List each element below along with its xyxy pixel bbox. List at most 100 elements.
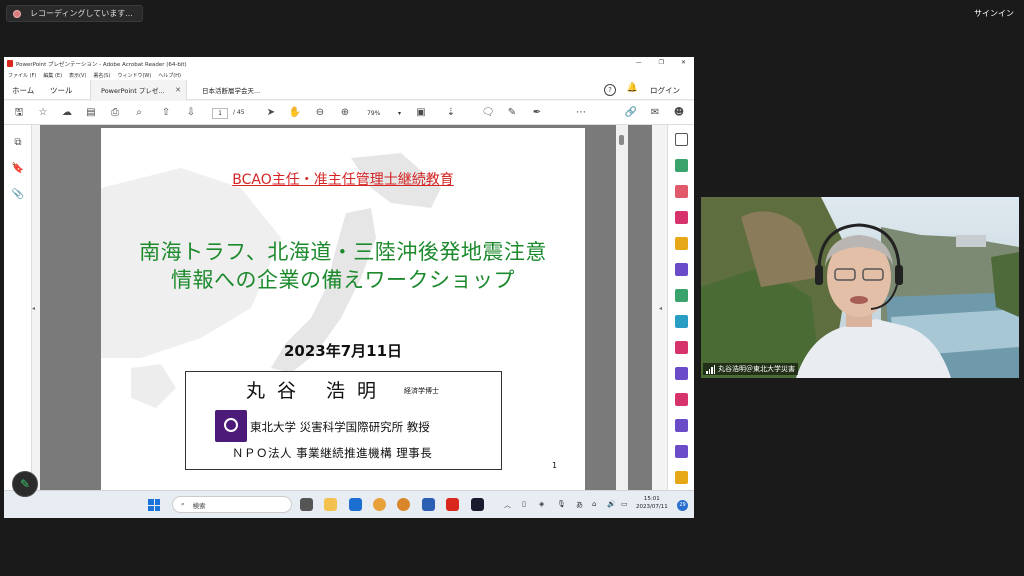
close-tab-icon[interactable]: ✕ bbox=[175, 86, 181, 94]
terminal-icon[interactable] bbox=[471, 498, 484, 511]
menu-sign[interactable]: 署名(S) bbox=[93, 72, 110, 79]
toolbar: 🖫 ☆ ☁ ▤ ⎙ ⌕ ⇧ ⇩ 1 / 45 ➤ ✋ ⊖ ⊕ 79% ▾ ▣ ⇣… bbox=[4, 101, 694, 125]
taskbar-search[interactable]: ⌕ 検索 bbox=[172, 496, 292, 513]
menu-edit[interactable]: 編集 (E) bbox=[43, 72, 62, 79]
create-pdf-icon[interactable] bbox=[675, 185, 688, 198]
redact-icon[interactable] bbox=[675, 393, 688, 406]
scroll-mode-icon[interactable]: ⇣ bbox=[444, 106, 458, 120]
tab-document-2[interactable]: 日本活断層学会天... bbox=[194, 80, 284, 100]
windows-start-icon[interactable] bbox=[148, 499, 160, 511]
combine-files-icon[interactable] bbox=[675, 263, 688, 276]
close-window-icon[interactable]: ✕ bbox=[681, 59, 686, 66]
network-icon[interactable]: ⌂ bbox=[592, 500, 596, 508]
mic-icon[interactable]: 🎙 bbox=[557, 500, 566, 508]
menu-file[interactable]: ファイル (F) bbox=[8, 72, 36, 79]
scan-ocr-icon[interactable] bbox=[675, 315, 688, 328]
presenter-degree: 経済学博士 bbox=[404, 387, 439, 395]
zoom-dropdown[interactable]: 79% ▾ bbox=[364, 108, 404, 119]
page-number-input[interactable]: 1 bbox=[212, 108, 228, 119]
highlight-pen-icon[interactable]: ✎ bbox=[505, 106, 519, 120]
annotate-pen-icon[interactable]: ✎ bbox=[12, 471, 38, 497]
search-tool-icon[interactable] bbox=[675, 133, 688, 146]
edit-pdf-icon[interactable] bbox=[675, 211, 688, 224]
university-logo bbox=[215, 410, 247, 442]
maximize-icon[interactable]: ❐ bbox=[659, 59, 664, 66]
tab-bar: ホーム ツール PowerPoint プレゼ... ✕ 日本活断層学会天... … bbox=[4, 80, 694, 100]
collapse-right-icon[interactable]: ◂ bbox=[659, 305, 667, 317]
help-icon[interactable]: ? bbox=[604, 84, 616, 96]
upload-cloud-icon[interactable]: ☁ bbox=[60, 106, 74, 120]
comment-icon[interactable]: 🗨 bbox=[481, 106, 495, 120]
recording-label: レコーディングしています... bbox=[30, 9, 133, 18]
scroll-thumb[interactable] bbox=[619, 135, 624, 145]
right-tools-rail bbox=[667, 125, 694, 500]
login-button[interactable]: ログイン bbox=[650, 85, 680, 96]
search-icon: ⌕ bbox=[181, 500, 185, 508]
usb-icon[interactable]: ▯ bbox=[522, 500, 526, 508]
volume-icon[interactable]: 🔊 bbox=[607, 500, 616, 508]
mail-icon[interactable]: ✉ bbox=[648, 106, 662, 120]
chrome-profile-icon[interactable] bbox=[397, 498, 410, 511]
task-view-icon[interactable] bbox=[300, 498, 313, 511]
stamp-icon[interactable] bbox=[675, 471, 688, 484]
word-icon[interactable] bbox=[422, 498, 435, 511]
tab-home[interactable]: ホーム bbox=[12, 80, 34, 100]
menu-window[interactable]: ウィンドウ(W) bbox=[117, 72, 151, 79]
tab-tools[interactable]: ツール bbox=[50, 80, 73, 100]
menu-help[interactable]: ヘルプ(H) bbox=[158, 72, 181, 79]
clock-time: 15:01 bbox=[643, 496, 660, 502]
presenter-name: 丸谷 浩明 bbox=[246, 380, 389, 402]
participant-video[interactable]: 丸谷浩明＠東北大学災害 bbox=[701, 197, 1019, 378]
security-icon[interactable]: ◈ bbox=[539, 500, 544, 508]
chrome-icon[interactable] bbox=[373, 498, 386, 511]
comment-tool-icon[interactable] bbox=[675, 237, 688, 250]
signin-link[interactable]: サインイン bbox=[974, 8, 1014, 19]
bell-icon[interactable]: 🔔 bbox=[627, 83, 638, 93]
page-up-icon[interactable]: ⇧ bbox=[159, 106, 173, 120]
protect-icon[interactable] bbox=[675, 367, 688, 380]
menu-view[interactable]: 表示(V) bbox=[69, 72, 86, 79]
pdf-page: BCAO主任・准主任管理士継続教育 南海トラフ、北海道・三陸沖後発地震注意 情報… bbox=[101, 128, 585, 500]
attachments-icon[interactable]: 📎 bbox=[11, 189, 25, 203]
page-thumbnails-icon[interactable]: ⧉ bbox=[11, 137, 25, 151]
recording-dot-icon bbox=[13, 9, 21, 18]
bookmark-star-icon[interactable]: ☆ bbox=[36, 106, 50, 120]
more-options-icon[interactable]: ⋯ bbox=[574, 106, 588, 120]
print-icon[interactable]: ⎙ bbox=[108, 106, 122, 120]
acrobat-taskbar-icon[interactable] bbox=[446, 498, 459, 511]
chevron-up-icon[interactable]: ︿ bbox=[504, 500, 511, 510]
recording-indicator[interactable]: レコーディングしています... bbox=[6, 5, 143, 22]
document-viewport[interactable]: BCAO主任・准主任管理士継続教育 南海トラフ、北海道・三陸沖後発地震注意 情報… bbox=[40, 125, 652, 500]
select-cursor-icon[interactable]: ➤ bbox=[264, 106, 278, 120]
slide-date: 2023年7月11日 bbox=[283, 342, 403, 360]
organize-pages-icon[interactable] bbox=[675, 289, 688, 302]
zoom-in-icon[interactable]: ⊕ bbox=[338, 106, 352, 120]
page-down-icon[interactable]: ⇩ bbox=[184, 106, 198, 120]
bookmarks-icon[interactable]: 🔖 bbox=[11, 163, 25, 177]
vertical-scrollbar[interactable] bbox=[616, 125, 628, 500]
draw-sign-icon[interactable]: ✒ bbox=[530, 106, 544, 120]
signal-strength-icon bbox=[706, 364, 715, 374]
window-title: PowerPoint プレゼンテーション - Adobe Acrobat Rea… bbox=[16, 61, 187, 68]
account-search-icon[interactable]: ☻ bbox=[672, 106, 686, 120]
tab-document-active[interactable]: PowerPoint プレゼ... ✕ bbox=[90, 80, 187, 100]
fill-sign-icon[interactable] bbox=[675, 341, 688, 354]
prepare-form-icon[interactable] bbox=[675, 445, 688, 458]
zoom-out-icon[interactable]: ⊖ bbox=[313, 106, 327, 120]
notification-badge[interactable]: 29 bbox=[677, 500, 688, 511]
collapse-left-icon[interactable]: ◂ bbox=[32, 305, 40, 317]
zoom-search-icon[interactable]: ⌕ bbox=[132, 106, 146, 120]
request-signature-icon[interactable] bbox=[675, 419, 688, 432]
outlook-icon[interactable] bbox=[349, 498, 362, 511]
attach-link-icon[interactable]: 🔗 bbox=[624, 106, 638, 120]
ime-indicator[interactable]: あ bbox=[576, 500, 583, 510]
save-icon[interactable]: 🖫 bbox=[12, 106, 26, 120]
minimize-icon[interactable]: — bbox=[636, 59, 642, 66]
document-icon[interactable]: ▤ bbox=[84, 106, 98, 120]
fit-page-icon[interactable]: ▣ bbox=[414, 106, 428, 120]
battery-icon[interactable]: ▭ bbox=[621, 500, 628, 508]
export-pdf-icon[interactable] bbox=[675, 159, 688, 172]
taskbar-clock[interactable]: 15:01 2023/07/11 bbox=[636, 495, 668, 511]
hand-tool-icon[interactable]: ✋ bbox=[288, 106, 302, 120]
file-explorer-icon[interactable] bbox=[324, 498, 337, 511]
